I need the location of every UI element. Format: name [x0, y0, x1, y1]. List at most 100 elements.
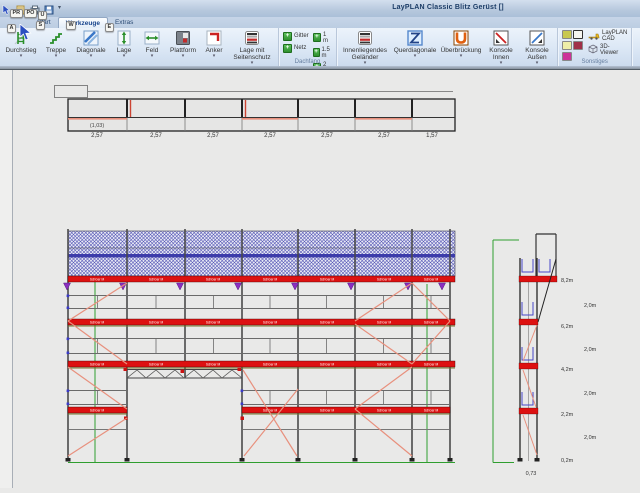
3d-viewer-button[interactable]: 3D-Viewer: [588, 44, 627, 56]
guardrails-level-2[interactable]: [69, 339, 449, 354]
size-1m-checkbox[interactable]: +1 m: [313, 32, 332, 44]
plus-icon: +: [283, 44, 292, 53]
konsole-aussen-button[interactable]: Konsole Außen▾: [520, 29, 554, 65]
keytip-pr: PR: [10, 9, 23, 18]
spacing-label: 2,0m: [584, 391, 597, 397]
dropdown-caret-icon[interactable]: ▾: [182, 54, 185, 58]
stairs-icon: [48, 29, 64, 47]
konsole-innen-button[interactable]: Konsole Innen▾: [484, 29, 518, 65]
svg-text:SchGer M: SchGer M: [377, 278, 392, 282]
mouse-cursor: [19, 24, 33, 47]
elevation-view[interactable]: SchGer M SchGer M SchGer M SchGer M SchGer…: [64, 229, 456, 463]
scaffold-drawing[interactable]: (1,03) 2,57 2,57 2,57 2,57 2,57 2,57 1,5…: [0, 70, 640, 488]
dropdown-caret-icon[interactable]: ▾: [460, 54, 463, 58]
gitter-checkbox[interactable]: +Gitter: [283, 32, 309, 41]
plan-offset-label: (1,03): [90, 123, 105, 129]
netz-checkbox[interactable]: +Netz: [283, 44, 309, 53]
treppe-button[interactable]: Treppe▾: [41, 29, 71, 58]
drawing-canvas[interactable]: (1,03) 2,57 2,57 2,57 2,57 2,57 2,57 1,5…: [0, 70, 640, 488]
plan-view[interactable]: (1,03) 2,57 2,57 2,57 2,57 2,57 2,57 1,5…: [55, 86, 456, 140]
lage-mit-seitenschutz-button[interactable]: Lage mit Seitenschutz▾: [229, 29, 275, 65]
dropdown-caret-icon[interactable]: ▾: [536, 61, 539, 65]
svg-text:SchGer M: SchGer M: [320, 321, 335, 325]
plattform-button[interactable]: Plattform▾: [167, 29, 199, 58]
side-spacing-labels: 2,0m 2,0m 2,0m 2,0m: [584, 303, 597, 441]
side-decks[interactable]: [519, 276, 557, 414]
svg-text:SchGer M: SchGer M: [90, 363, 105, 367]
deck-level-3[interactable]: SchGer MSchGer M SchGer MSchGer M SchGer…: [68, 319, 455, 326]
ribbon-group-sonstiges: LayPLAN CAD 3D-Viewer Sonstiges: [558, 28, 632, 66]
svg-text:SchGer M: SchGer M: [424, 363, 439, 367]
diagonale-button[interactable]: Diagonale▾: [73, 29, 109, 58]
level-label: 6,2m: [561, 324, 574, 330]
feld-button[interactable]: Feld▾: [139, 29, 165, 58]
svg-text:SchGer M: SchGer M: [424, 409, 439, 413]
size-15m-checkbox[interactable]: +1.5 m: [313, 47, 332, 59]
dropdown-caret-icon[interactable]: ▾: [364, 61, 367, 65]
svg-text:SchGer M: SchGer M: [149, 278, 164, 282]
dropdown-caret-icon[interactable]: ▾: [414, 54, 417, 58]
deck-stack-icon: [244, 29, 260, 47]
svg-text:SchGer M: SchGer M: [320, 363, 335, 367]
guardrails-level-3[interactable]: [69, 296, 449, 309]
white-swatch-icon[interactable]: [573, 30, 583, 39]
console-outer-icon: [529, 29, 545, 47]
deck-level-4[interactable]: SchGer MSchGer M SchGer MSchGer M SchGer…: [68, 276, 455, 282]
level-label: 0,2m: [561, 458, 574, 464]
deck-labels: SchGer MSchGer M SchGer MSchGer M SchGer…: [90, 409, 439, 413]
khaki-swatch-icon[interactable]: [562, 30, 572, 39]
dropdown-caret-icon[interactable]: ▾: [20, 54, 23, 58]
keytip-s: S: [36, 21, 45, 30]
console-inner-icon: [493, 29, 509, 47]
dropdown-caret-icon[interactable]: ▾: [90, 54, 93, 58]
dropdown-caret-icon[interactable]: ▾: [55, 54, 58, 58]
dropdown-caret-icon[interactable]: ▾: [151, 54, 154, 58]
dropdown-caret-icon[interactable]: ▾: [251, 61, 254, 65]
deck-stack-icon: [357, 29, 373, 47]
cad-icon: [588, 31, 600, 42]
group-label-sonstiges: Sonstiges: [558, 59, 631, 65]
net-rail: [68, 254, 455, 257]
svg-text:SchGer M: SchGer M: [206, 363, 221, 367]
deck-level-2[interactable]: SchGer MSchGer M SchGer MSchGer M SchGer…: [68, 361, 455, 368]
plus-icon: +: [313, 48, 320, 57]
keytip-e: E: [105, 23, 114, 32]
level-label: 8,2m: [561, 278, 574, 284]
lattice-girder[interactable]: [124, 368, 245, 421]
ribbon-group-msg: MSG MSG: [632, 28, 640, 66]
keytip-w: W: [66, 21, 76, 30]
dropdown-caret-icon[interactable]: ▾: [213, 54, 216, 58]
ribbon-group-bauteile: Innenliegendes Geländer▾ Querdiagonale▾ …: [337, 28, 558, 66]
girder-couplers: [124, 368, 245, 421]
dim-label: 2,57: [321, 133, 333, 139]
querdiagonale-button[interactable]: Querdiagonale▾: [392, 29, 438, 58]
svg-text:SchGer M: SchGer M: [263, 278, 278, 282]
svg-text:SchGer M: SchGer M: [90, 321, 105, 325]
ribbon-group-dachfang: +Gitter +Netz +1 m +1.5 m +2 m Dachfang: [279, 28, 337, 66]
protection-net[interactable]: [68, 231, 455, 276]
yellow-swatch-icon[interactable]: [562, 41, 572, 50]
spacing-label: 2,0m: [584, 347, 597, 353]
vertical-arrows-icon: [116, 29, 132, 47]
guardrails-level-1[interactable]: [69, 391, 449, 405]
plus-icon: +: [283, 32, 292, 41]
innenliegendes-gelaender-button[interactable]: Innenliegendes Geländer▾: [340, 29, 390, 65]
ueberbrueckung-button[interactable]: Überbrückung▾: [440, 29, 482, 58]
plus-icon: +: [313, 33, 321, 42]
side-level-labels: 8,2m 6,2m 4,2m 2,2m 0,2m: [561, 278, 574, 464]
layplan-cad-button[interactable]: LayPLAN CAD: [588, 30, 627, 42]
anker-button[interactable]: Anker▾: [201, 29, 227, 58]
qat-dropdown-icon[interactable]: ▾: [58, 4, 61, 11]
title-bar: ▾ LayPLAN Classic Blitz Gerüst []: [0, 0, 640, 18]
dropdown-caret-icon[interactable]: ▾: [123, 54, 126, 58]
svg-text:SchGer M: SchGer M: [90, 278, 105, 282]
darkred-swatch-icon[interactable]: [573, 41, 583, 50]
dropdown-caret-icon[interactable]: ▾: [500, 61, 503, 65]
side-view[interactable]: 8,2m 6,2m 4,2m 2,2m 0,2m 2,0m 2,0m 2,0m …: [493, 234, 597, 477]
msg-button[interactable]: MSG: [635, 29, 640, 54]
level-label: 2,2m: [561, 412, 574, 418]
svg-text:SchGer M: SchGer M: [149, 321, 164, 325]
svg-text:SchGer M: SchGer M: [377, 321, 392, 325]
lage-button[interactable]: Lage▾: [111, 29, 137, 58]
dim-label: 1,57: [426, 133, 438, 139]
